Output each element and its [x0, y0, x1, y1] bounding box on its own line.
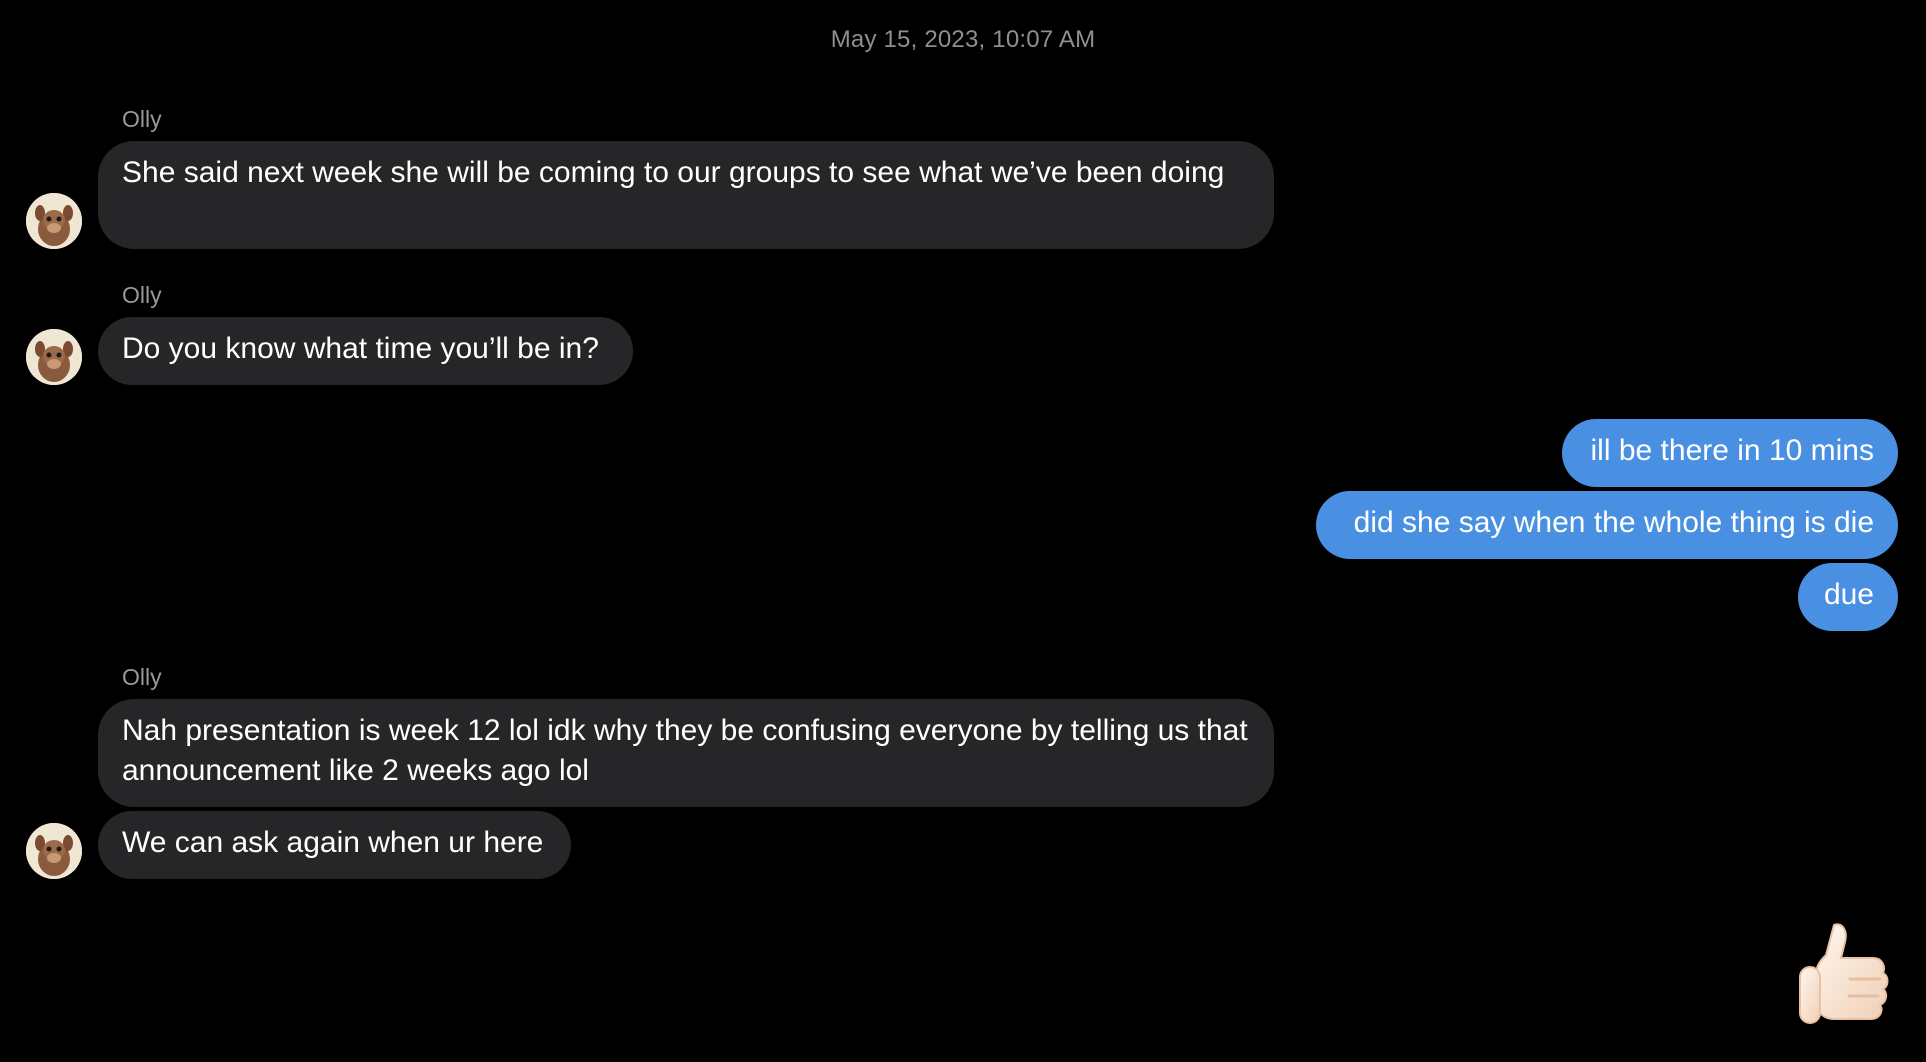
thread-timestamp: May 15, 2023, 10:07 AM — [830, 26, 1096, 53]
monkey-avatar-icon[interactable] — [26, 329, 82, 385]
incoming-message-bubble[interactable]: Do you know what time you’ll be in? — [98, 317, 633, 385]
sender-name: Olly — [122, 664, 162, 690]
outgoing-message-bubble[interactable]: ill be there in 10 mins — [1562, 419, 1898, 487]
outgoing-message-bubble[interactable]: due — [1798, 563, 1898, 631]
sender-name: Olly — [122, 106, 162, 132]
sender-name: Olly — [122, 282, 162, 308]
message-thread: May 15, 2023, 10:07 AM Olly She said nex… — [0, 0, 1926, 1062]
monkey-avatar-icon[interactable] — [26, 823, 82, 879]
monkey-avatar-icon[interactable] — [26, 193, 82, 249]
incoming-message-bubble[interactable]: We can ask again when ur here — [98, 811, 571, 879]
thumbs-up-icon[interactable] — [1796, 920, 1896, 1028]
outgoing-message-bubble[interactable]: did she say when the whole thing is die — [1316, 491, 1898, 559]
incoming-message-bubble[interactable]: Nah presentation is week 12 lol idk why … — [98, 699, 1274, 807]
incoming-message-bubble[interactable]: She said next week she will be coming to… — [98, 141, 1274, 249]
